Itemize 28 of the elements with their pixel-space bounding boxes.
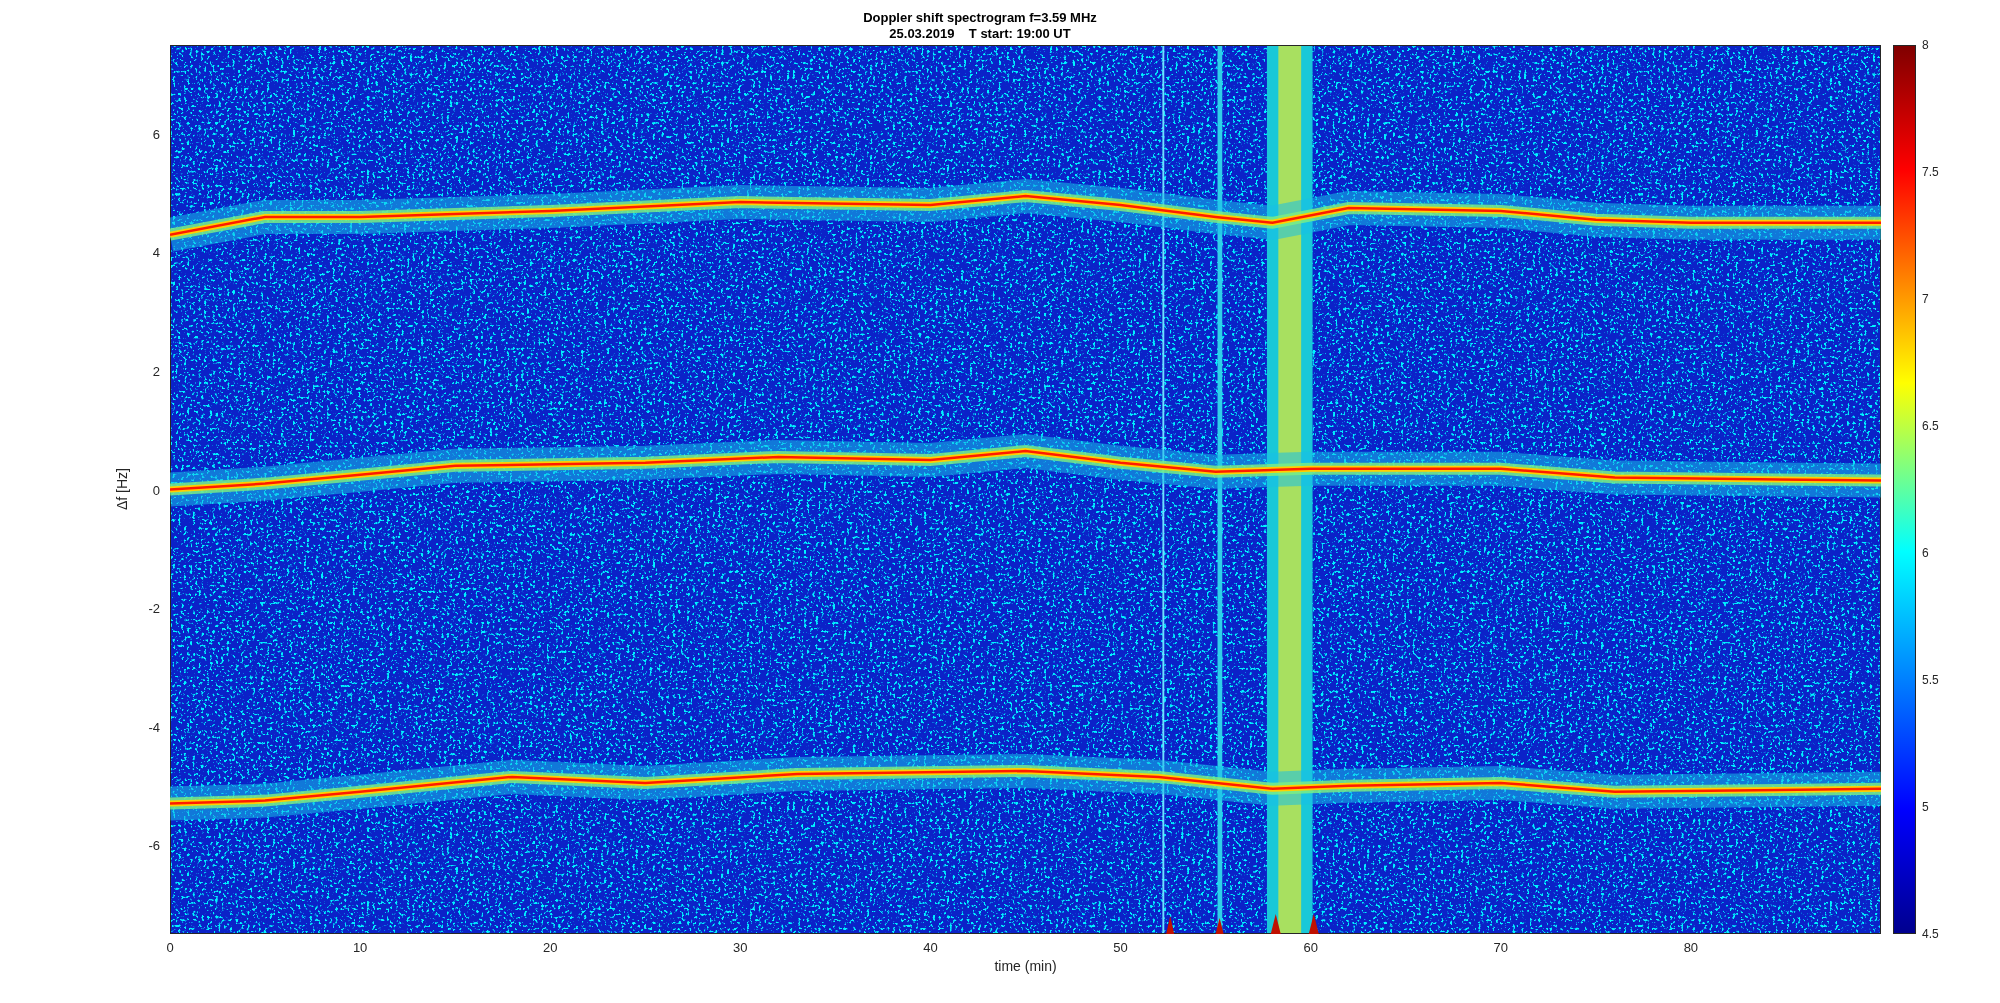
x-tick-label: 10 [352, 940, 368, 955]
colorbar-tick-label: 7 [1922, 292, 1929, 306]
colorbar-tick-label: 7.5 [1922, 165, 1939, 179]
colorbar-tick-label: 5 [1922, 800, 1929, 814]
colorbar-tick-label: 8 [1922, 38, 1929, 52]
y-tick-label: 4 [152, 244, 160, 260]
x-tick-label: 50 [1113, 940, 1128, 955]
colorbar-tick-label: 6 [1922, 546, 1929, 560]
x-tick-label: 20 [543, 940, 558, 955]
colorbar-tick-label: 6.5 [1922, 419, 1939, 433]
chart-title: Doppler shift spectrogram f=3.59 MHz [863, 10, 1097, 26]
x-tick-label: 30 [733, 940, 748, 955]
x-tick-label: 40 [923, 940, 938, 955]
x-axis-label: time (min) [994, 958, 1057, 974]
x-tick-label: 80 [1683, 940, 1699, 955]
y-tick-label: 0 [152, 482, 160, 497]
colorbar-tick-label: 5.5 [1922, 673, 1939, 687]
x-tick-label: 60 [1303, 940, 1318, 955]
y-tick-label: -6 [148, 837, 160, 853]
y-tick-label: 6 [152, 126, 160, 142]
colorbar-tick-label: 4.5 [1922, 927, 1939, 941]
y-tick-label: -2 [148, 600, 160, 616]
x-tick-label: 70 [1493, 940, 1508, 955]
x-tick-label: 0 [166, 940, 174, 955]
y-tick-label: 2 [152, 363, 160, 379]
y-tick-label: -4 [148, 719, 160, 735]
chart-title: 25.03.2019 T start: 19:00 UT [889, 26, 1071, 42]
y-axis-label: Δf [Hz] [114, 468, 130, 511]
